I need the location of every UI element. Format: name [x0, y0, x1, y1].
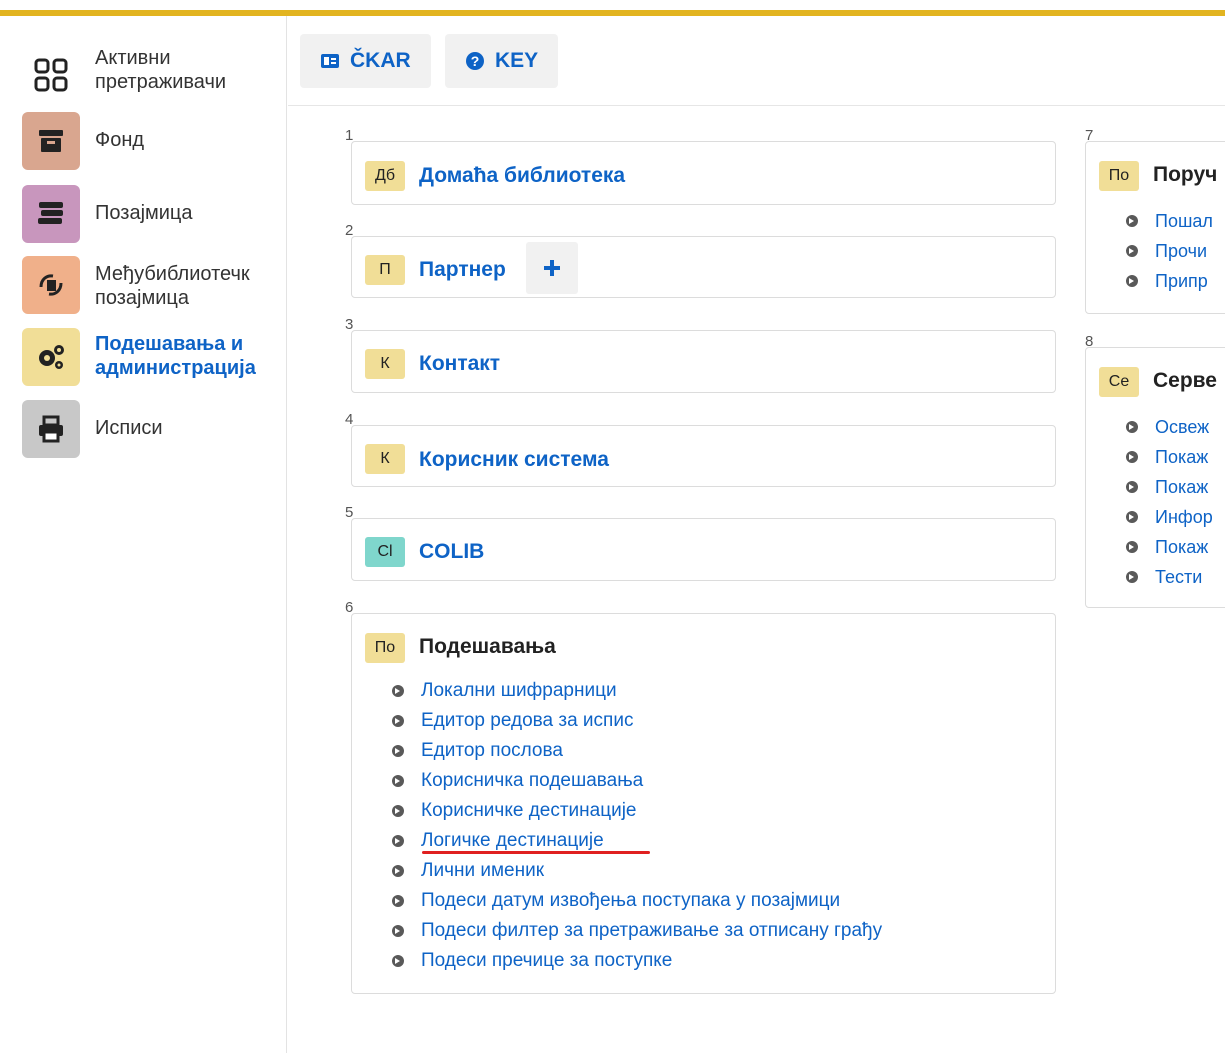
arrow-circle-icon [1126, 571, 1138, 583]
panel-badge: Се [1099, 367, 1139, 397]
panel-title-link[interactable]: COLIB [419, 540, 484, 564]
link-procedure-shortcuts[interactable]: Подеси пречице за поступке [392, 946, 882, 976]
link-local-codebooks[interactable]: Локални шифрарници [392, 676, 882, 706]
panel-title-link[interactable]: Домаћа библиотека [419, 164, 625, 188]
plus-icon [544, 260, 560, 276]
panel-server: Се Серве Освеж Покаж Покаж Инфор Покаж Т… [1085, 347, 1225, 608]
link-print-row-editor[interactable]: Едитор редова за испис [392, 706, 882, 736]
sidebar-item-label: Фонд [95, 129, 145, 151]
right-column-clipped: 7 По Поруч Пошал Прочи Припр 8 Се Серве … [1068, 106, 1225, 1053]
panel-title-link[interactable]: Корисник система [419, 448, 609, 472]
key-label: KEY [495, 49, 539, 72]
arrow-circle-icon [1126, 541, 1138, 553]
toolbar: ČKAR ? KEY [288, 16, 1225, 106]
sidebar-item-pozajmica[interactable]: Позајмица [22, 185, 287, 245]
panel-badge: По [365, 633, 405, 663]
link-test[interactable]: Тести [1126, 562, 1213, 592]
panel-title: Серве [1153, 369, 1217, 392]
printer-icon [22, 400, 80, 458]
link-loan-procedure-date[interactable]: Подеси датум извођења поступака у позајм… [392, 886, 882, 916]
panel-settings: По Подешавања Локални шифрарници Едитор … [351, 613, 1056, 994]
sidebar-item-label: претраживачи [95, 71, 227, 93]
arrow-circle-icon [392, 685, 404, 697]
svg-text:?: ? [471, 53, 480, 69]
arrow-circle-icon [392, 805, 404, 817]
sidebar-item-label: Позајмица [95, 202, 193, 224]
panel-badge: П [365, 255, 405, 285]
link-show[interactable]: Покаж [1126, 442, 1213, 472]
arrow-circle-icon [1126, 481, 1138, 493]
sidebar-item-ispisi[interactable]: Исписи [22, 400, 287, 460]
panel-colib: Cl COLIB [351, 518, 1056, 581]
sidebar-item-label: Активни [95, 47, 171, 69]
arrow-circle-icon [392, 775, 404, 787]
sidebar-item-label: позајмица [95, 287, 189, 309]
sidebar-item-label: администрација [95, 357, 256, 379]
sidebar-item-active-search[interactable]: Активни претраживачи [22, 46, 287, 106]
arrow-circle-icon [1126, 451, 1138, 463]
books-icon [22, 185, 80, 243]
arrow-circle-icon [392, 715, 404, 727]
grid-icon [22, 46, 80, 104]
ckar-label: ČKAR [350, 49, 411, 72]
link-show[interactable]: Покаж [1126, 532, 1213, 562]
settings-link-list: Локални шифрарници Едитор редова за испи… [392, 676, 882, 976]
link-personal-directory[interactable]: Лични именик [392, 856, 882, 886]
panel-title-link[interactable]: Контакт [419, 352, 500, 376]
add-partner-button[interactable] [526, 242, 578, 294]
link-user-settings[interactable]: Корисничка подешавања [392, 766, 882, 796]
panel-badge: Дб [365, 161, 405, 191]
panel-title: Подешавања [419, 635, 556, 658]
link-info[interactable]: Инфор [1126, 502, 1213, 532]
panel-home-library: Дб Домаћа библиотека [351, 141, 1056, 205]
arrow-circle-icon [392, 925, 404, 937]
red-annotation-underline [422, 851, 650, 854]
arrow-circle-icon [1126, 215, 1138, 227]
link-user-destinations[interactable]: Корисничке дестинације [392, 796, 882, 826]
link-read[interactable]: Прочи [1126, 236, 1213, 266]
ckar-button[interactable]: ČKAR [300, 34, 431, 88]
gears-icon [22, 328, 80, 386]
sidebar-item-settings-admin[interactable]: Подешавања и администрација [22, 328, 287, 388]
link-send[interactable]: Пошал [1126, 206, 1213, 236]
link-refresh[interactable]: Освеж [1126, 412, 1213, 442]
sidebar: Активни претраживачи Фонд Позајмица Међу… [0, 16, 287, 1053]
arrow-circle-icon [392, 955, 404, 967]
key-button[interactable]: ? KEY [445, 34, 559, 88]
messages-link-list: Пошал Прочи Припр [1126, 206, 1213, 296]
sidebar-item-label: Међубиблиотечк [95, 263, 250, 285]
arrow-circle-icon [1126, 421, 1138, 433]
panel-messages: По Поруч Пошал Прочи Припр [1085, 141, 1225, 314]
panel-system-user: К Корисник система [351, 425, 1056, 487]
server-link-list: Освеж Покаж Покаж Инфор Покаж Тести [1126, 412, 1213, 592]
link-written-off-filter[interactable]: Подеси филтер за претраживање за отписан… [392, 916, 882, 946]
arrow-circle-icon [1126, 511, 1138, 523]
link-prepare[interactable]: Припр [1126, 266, 1213, 296]
panel-badge: Cl [365, 537, 405, 567]
arrow-circle-icon [1126, 245, 1138, 257]
arrow-circle-icon [1126, 275, 1138, 287]
panel-partner: П Партнер [351, 236, 1056, 298]
exchange-icon [22, 256, 80, 314]
panel-title-link[interactable]: Партнер [419, 258, 506, 282]
sidebar-item-label: Подешавања и [95, 333, 244, 355]
sidebar-item-interlibrary-loan[interactable]: Међубиблиотечк позајмица [22, 256, 287, 316]
arrow-circle-icon [392, 745, 404, 757]
link-job-editor[interactable]: Едитор послова [392, 736, 882, 766]
panel-badge: К [365, 349, 405, 379]
panel-title: Поруч [1153, 163, 1218, 186]
panel-badge: К [365, 444, 405, 474]
sidebar-item-label: Исписи [95, 417, 163, 439]
arrow-circle-icon [392, 865, 404, 877]
question-circle-icon: ? [466, 52, 484, 70]
panel-badge: По [1099, 161, 1139, 191]
panel-contact: К Контакт [351, 330, 1056, 393]
sidebar-item-fond[interactable]: Фонд [22, 112, 287, 172]
id-card-icon [321, 54, 339, 68]
arrow-circle-icon [392, 835, 404, 847]
arrow-circle-icon [392, 895, 404, 907]
archive-icon [22, 112, 80, 170]
link-show[interactable]: Покаж [1126, 472, 1213, 502]
